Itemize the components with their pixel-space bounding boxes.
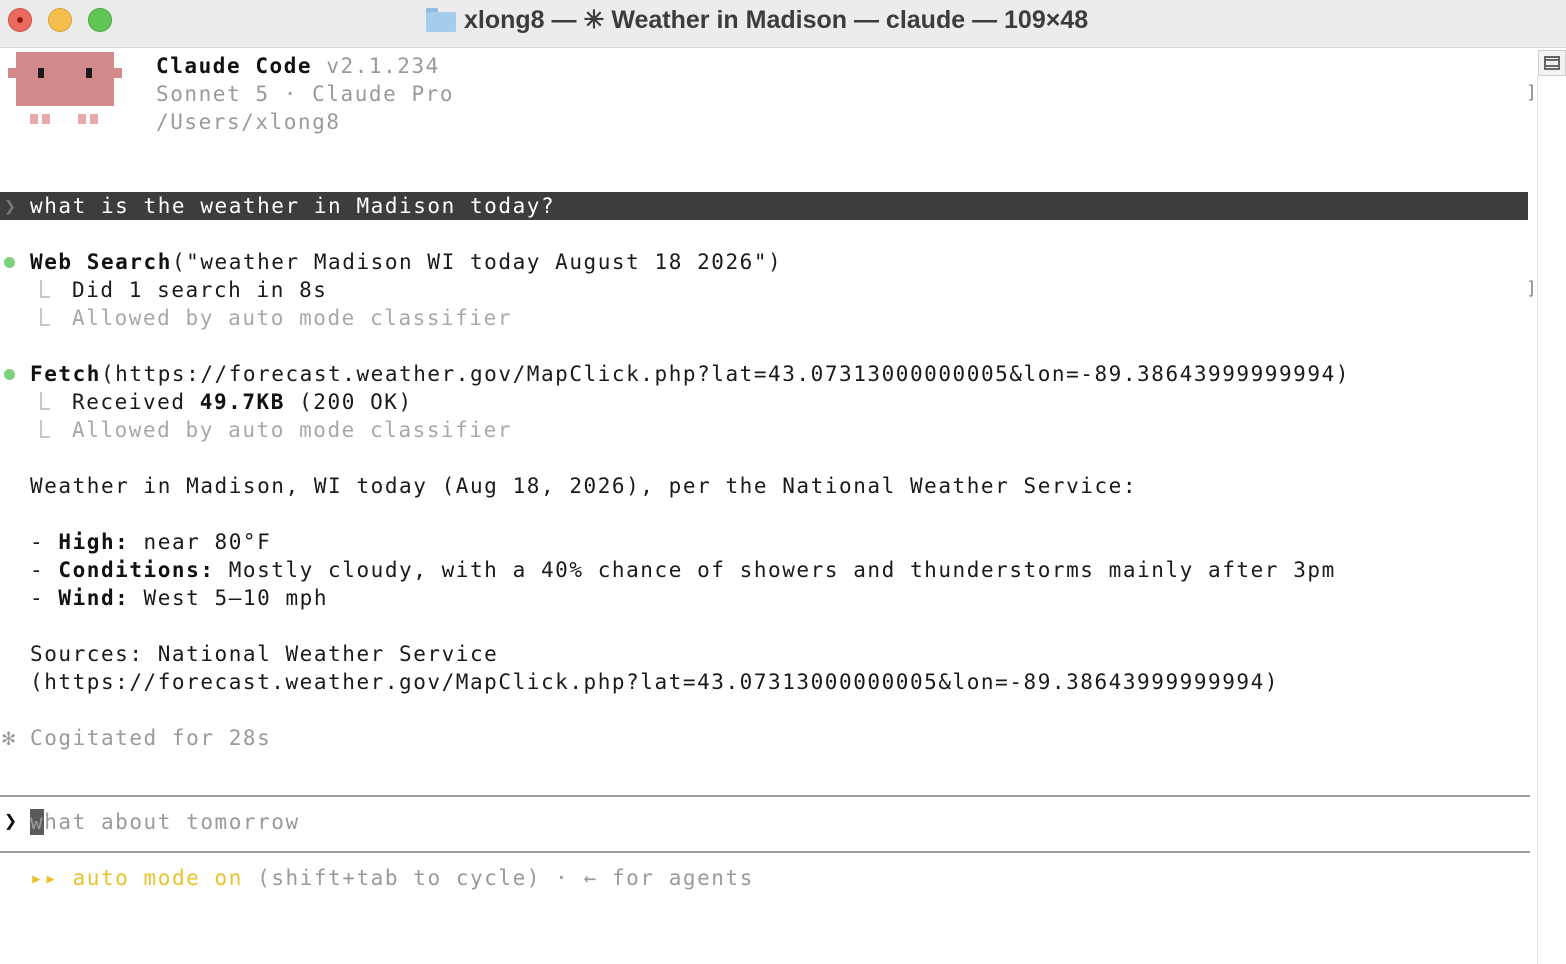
tool-result-size: 49.7KB bbox=[199, 390, 285, 414]
scrollbar-track[interactable] bbox=[1537, 76, 1538, 964]
user-message: ❯ what is the weather in Madison today? bbox=[0, 192, 1528, 220]
split-pane-button[interactable] bbox=[1538, 50, 1566, 76]
auto-mode-indicator[interactable]: auto mode on bbox=[73, 866, 243, 890]
tree-elbow-icon bbox=[40, 392, 50, 410]
prompt-chevron-icon: ❯ bbox=[4, 809, 18, 834]
tool-args: ("weather Madison WI today August 18 202… bbox=[171, 250, 783, 274]
tool-result-prefix: Received bbox=[72, 390, 200, 414]
list-item-label: Wind: bbox=[58, 586, 130, 610]
tree-elbow-icon bbox=[40, 308, 50, 326]
close-window-button[interactable] bbox=[8, 8, 32, 32]
folder-icon bbox=[426, 8, 456, 32]
tool-permission: Allowed by auto mode classifier bbox=[72, 306, 512, 330]
tool-args: (https://forecast.weather.gov/MapClick.p… bbox=[100, 362, 1350, 386]
list-item-text: West 5–10 mph bbox=[129, 586, 329, 610]
list-item: - Wind: West 5–10 mph bbox=[30, 584, 328, 612]
list-item: - Conditions: Mostly cloudy, with a 40% … bbox=[30, 556, 1336, 584]
list-item-label: Conditions: bbox=[58, 558, 215, 582]
app-header: Claude Code v2.1.234 bbox=[156, 52, 440, 80]
tool-status-dot-icon bbox=[4, 257, 15, 268]
tree-elbow-icon bbox=[40, 420, 50, 438]
fast-forward-icon: ▸▸ bbox=[30, 866, 59, 890]
list-item-text: near 80°F bbox=[129, 530, 272, 554]
list-bullet: - bbox=[30, 586, 59, 610]
list-item-label: High: bbox=[58, 530, 130, 554]
tool-result-status: (200 OK) bbox=[284, 390, 413, 414]
tool-call-fetch: Fetch(https://forecast.weather.gov/MapCl… bbox=[30, 360, 1350, 388]
bracket-marker: ] bbox=[1526, 82, 1537, 103]
tool-permission: Allowed by auto mode classifier bbox=[72, 418, 512, 442]
tool-name: Web Search bbox=[30, 250, 172, 274]
tool-result: Did 1 search in 8s bbox=[72, 278, 328, 302]
tool-name: Fetch bbox=[30, 362, 101, 386]
bracket-marker: ] bbox=[1526, 278, 1537, 299]
prompt-input[interactable]: what about tomorrow bbox=[30, 808, 300, 836]
window-title: xlong8 — ✳ Weather in Madison — claude —… bbox=[426, 4, 1088, 36]
answer-intro: Weather in Madison, WI today (Aug 18, 20… bbox=[30, 474, 1138, 498]
tool-result: Received 49.7KB (200 OK) bbox=[72, 388, 413, 416]
working-directory: /Users/xlong8 bbox=[156, 110, 341, 134]
zoom-window-button[interactable] bbox=[88, 8, 112, 32]
sources-url[interactable]: (https://forecast.weather.gov/MapClick.p… bbox=[30, 668, 1279, 696]
chevron-right-icon: ❯ bbox=[4, 194, 17, 218]
window-title-text: xlong8 — ✳ Weather in Madison — claude —… bbox=[464, 6, 1089, 34]
tool-status-dot-icon bbox=[4, 369, 15, 380]
input-top-divider bbox=[0, 795, 1530, 797]
status-text: Cogitated for 28s bbox=[30, 726, 272, 750]
asterisk-spinner-icon: ✻ bbox=[2, 726, 16, 751]
list-bullet: - bbox=[30, 530, 59, 554]
mode-hint: (shift+tab to cycle) · ← for agents bbox=[257, 866, 754, 890]
model-info: Sonnet 5 · Claude Pro bbox=[156, 82, 455, 106]
list-bullet: - bbox=[30, 558, 59, 582]
window-titlebar: xlong8 — ✳ Weather in Madison — claude —… bbox=[0, 0, 1566, 48]
app-name: Claude Code bbox=[156, 54, 313, 78]
tool-call-web-search: Web Search("weather Madison WI today Aug… bbox=[30, 248, 782, 276]
input-bottom-divider bbox=[0, 851, 1530, 853]
user-message-text: what is the weather in Madison today? bbox=[30, 194, 556, 218]
claude-mascot-icon bbox=[8, 52, 122, 128]
list-item: - High: near 80°F bbox=[30, 528, 271, 556]
list-item-text: Mostly cloudy, with a 40% chance of show… bbox=[214, 558, 1336, 582]
sources-line: Sources: National Weather Service bbox=[30, 642, 499, 666]
mode-status-bar: ▸▸ auto mode on (shift+tab to cycle) · ←… bbox=[30, 864, 754, 892]
app-version: v2.1.234 bbox=[326, 54, 440, 78]
tree-elbow-icon bbox=[40, 280, 50, 298]
minimize-window-button[interactable] bbox=[48, 8, 72, 32]
